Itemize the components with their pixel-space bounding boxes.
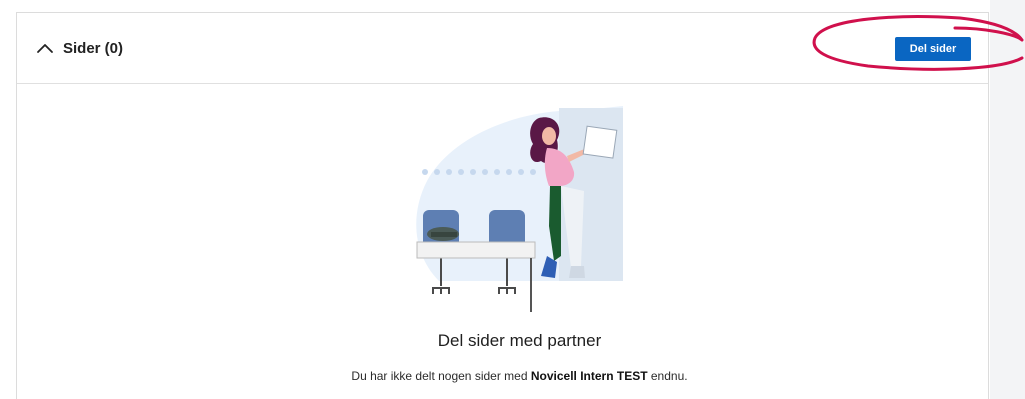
description-prefix: Du har ikke delt nogen sider med xyxy=(351,369,531,383)
section-title: Sider (0) xyxy=(63,39,124,57)
section-header: Sider (0) Del sider xyxy=(17,13,988,84)
partner-name: Novicell Intern TEST xyxy=(530,369,648,383)
share-pages-button[interactable]: Del sider xyxy=(895,37,971,61)
description-suffix: endnu. xyxy=(647,369,688,383)
person-at-standing-desk-illustration xyxy=(416,106,623,312)
empty-state-description: Du har ikke delt nogen sider med Novicel… xyxy=(17,369,1022,383)
section-collapse-toggle[interactable]: Sider (0) xyxy=(35,37,123,59)
empty-state-title: Del sider med partner xyxy=(437,331,602,350)
page: Sider (0) Del sider Del sider med partne… xyxy=(0,0,1025,399)
pages-section-panel: Sider (0) Del sider Del sider med partne… xyxy=(16,12,989,399)
chevron-up-icon xyxy=(37,44,53,53)
